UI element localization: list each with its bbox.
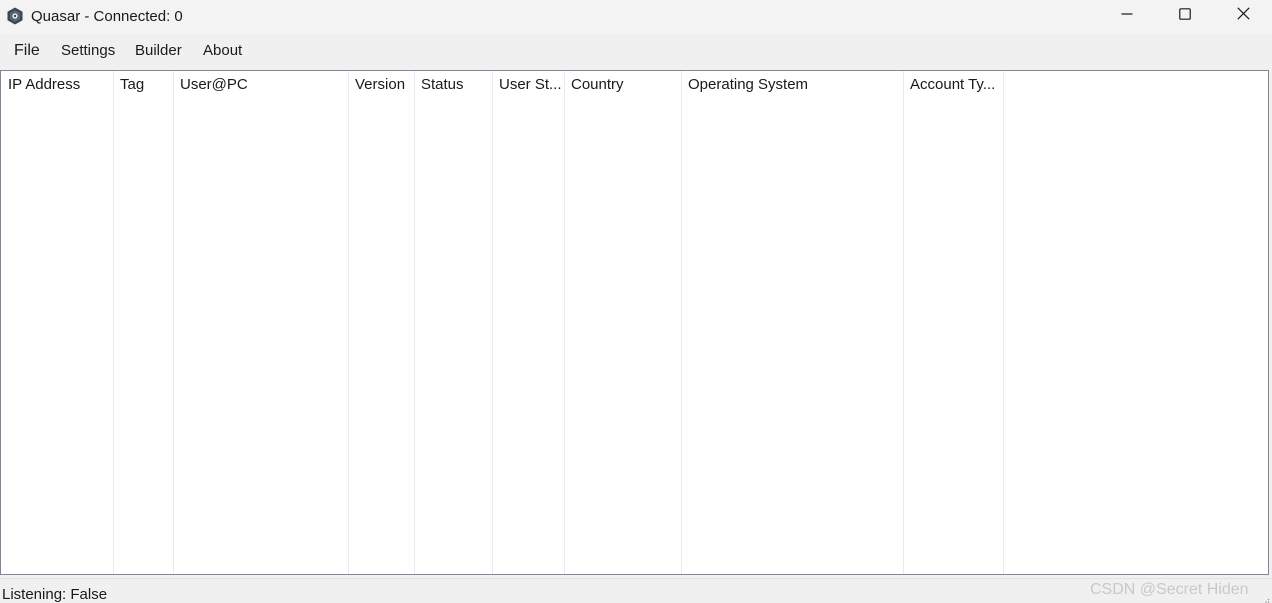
column-header-version[interactable]: Version: [348, 71, 414, 99]
column-divider[interactable]: [414, 71, 415, 574]
column-header-ip-address[interactable]: IP Address: [1, 71, 114, 99]
listening-status: Listening: False: [2, 586, 108, 603]
column-divider[interactable]: [564, 71, 565, 574]
column-divider[interactable]: [903, 71, 904, 574]
menu-bar: File Settings Builder About: [0, 34, 1272, 69]
quasar-logo-icon: [6, 7, 24, 25]
column-header-user-status[interactable]: User St...: [492, 71, 564, 99]
column-divider[interactable]: [492, 71, 493, 574]
minimize-button[interactable]: [1098, 0, 1156, 32]
status-bar: Listening: False CSDN @Secret Hiden: [0, 578, 1272, 603]
watermark-text: CSDN @Secret Hiden: [1090, 581, 1249, 598]
column-divider[interactable]: [173, 71, 174, 574]
column-divider[interactable]: [1003, 71, 1004, 574]
resize-grip-icon[interactable]: [1262, 593, 1270, 603]
minimize-icon: [1121, 7, 1133, 25]
column-header-operating-system[interactable]: Operating System: [681, 71, 903, 99]
close-button[interactable]: [1214, 0, 1272, 32]
window-title: Quasar - Connected: 0: [31, 8, 183, 25]
column-header-status[interactable]: Status: [414, 71, 492, 99]
menu-settings[interactable]: Settings: [61, 42, 115, 59]
column-divider[interactable]: [113, 71, 114, 574]
column-header-user-pc[interactable]: User@PC: [173, 71, 348, 99]
menu-builder[interactable]: Builder: [135, 42, 182, 59]
column-divider[interactable]: [348, 71, 349, 574]
maximize-button[interactable]: [1156, 0, 1214, 32]
column-header-row: IP Address Tag User@PC Version Status Us…: [1, 71, 1268, 99]
column-header-country[interactable]: Country: [564, 71, 681, 99]
column-divider[interactable]: [681, 71, 682, 574]
menu-about[interactable]: About: [203, 42, 242, 59]
title-bar[interactable]: Quasar - Connected: 0: [0, 0, 1272, 34]
column-header-tag[interactable]: Tag: [113, 71, 173, 99]
clients-list[interactable]: IP Address Tag User@PC Version Status Us…: [0, 70, 1269, 575]
column-header-account-type[interactable]: Account Ty...: [903, 71, 1003, 99]
maximize-icon: [1179, 7, 1191, 25]
close-icon: [1236, 7, 1250, 25]
menu-file[interactable]: File: [14, 42, 40, 59]
